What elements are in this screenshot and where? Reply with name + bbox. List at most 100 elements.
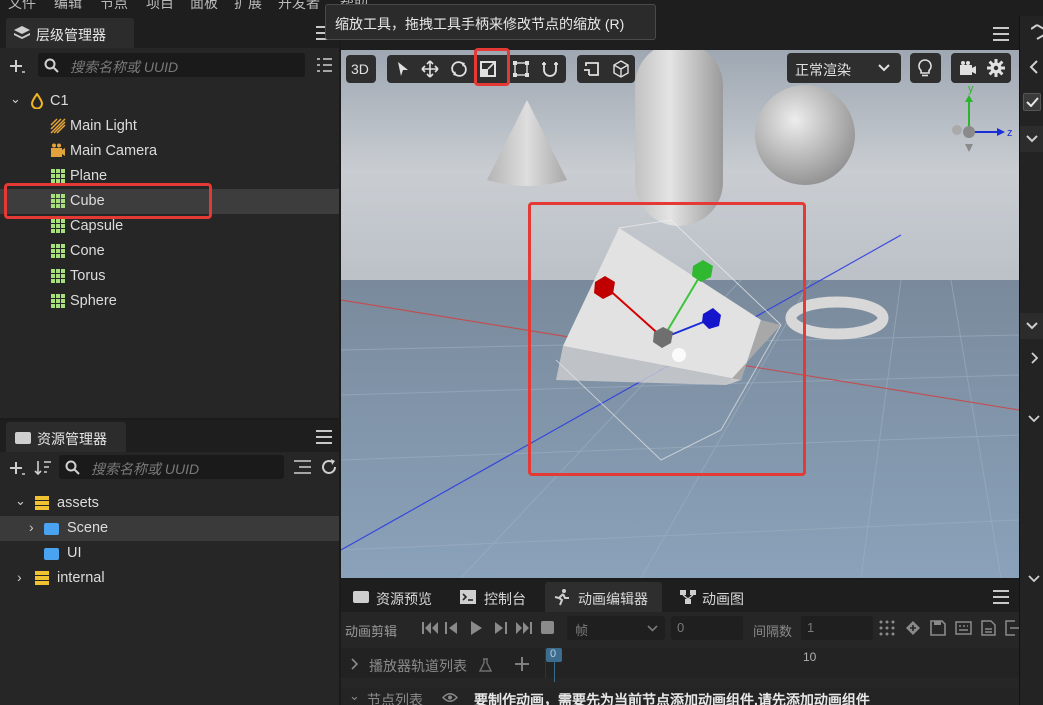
search-icon <box>65 460 80 475</box>
menu-node[interactable]: 节点 <box>100 0 128 13</box>
sort-list-icon[interactable] <box>315 56 333 74</box>
tree-row[interactable]: Main Camera <box>0 139 339 164</box>
asset-row-selected[interactable]: › Scene <box>0 516 339 541</box>
add-keyframe-icon[interactable] <box>905 620 921 636</box>
asset-label: internal <box>57 570 105 586</box>
chevron-left-icon[interactable] <box>1029 60 1038 74</box>
menu-developer[interactable]: 开发者 <box>278 0 320 13</box>
chevron-down-icon[interactable] <box>1028 575 1040 583</box>
tree-item-label: Cone <box>70 243 105 259</box>
gear-icon[interactable] <box>987 59 1005 77</box>
tab-animation-graph[interactable]: 动画图 <box>671 582 761 612</box>
jump-last-icon[interactable] <box>515 620 533 636</box>
light-toggle-button[interactable] <box>910 53 941 83</box>
interval-input[interactable]: 1 <box>801 616 873 640</box>
mode-3d-button[interactable]: 3D <box>346 55 376 83</box>
tab-asset-preview[interactable]: 资源预览 <box>345 582 445 612</box>
dots-grid-icon[interactable] <box>879 620 895 636</box>
stop-icon[interactable] <box>541 621 554 634</box>
chevron-down-icon[interactable] <box>1028 415 1040 423</box>
interval-value: 1 <box>807 620 815 635</box>
frame-input[interactable]: 0 <box>671 616 743 640</box>
hierarchy-title: 层级管理器 <box>36 27 106 43</box>
tree-row[interactable]: Main Light <box>0 114 339 139</box>
list-icon[interactable] <box>293 458 312 476</box>
timeline-ruler[interactable] <box>545 648 1019 678</box>
tab-label: 动画图 <box>702 591 744 607</box>
tab-console[interactable]: 控制台 <box>453 582 539 612</box>
running-figure-icon <box>554 589 569 606</box>
keyboard-icon[interactable] <box>955 620 972 636</box>
hierarchy-tab[interactable]: 层级管理器 <box>6 18 134 48</box>
sort-icon[interactable] <box>34 459 52 477</box>
console-icon <box>460 590 476 604</box>
refresh-icon[interactable] <box>320 458 338 476</box>
asset-row[interactable]: ⌄ assets <box>0 491 339 516</box>
tree-row[interactable]: Capsule <box>0 214 339 239</box>
scene-panel: y z 3D 正常渲染 <box>341 16 1019 578</box>
hierarchy-search-input[interactable]: 搜索名称或 UUID <box>38 53 305 77</box>
assets-menu-icon[interactable] <box>316 430 332 444</box>
chevron-down-icon[interactable]: ⌄ <box>15 493 26 509</box>
tree-row-root[interactable]: ⌄ C1 <box>0 89 339 114</box>
scene-menu-icon[interactable] <box>993 27 1009 41</box>
tree-row[interactable]: Cone <box>0 239 339 264</box>
playhead-marker[interactable]: 0 <box>546 648 562 662</box>
render-mode-select[interactable]: 正常渲染 <box>787 53 901 83</box>
mesh-icon <box>51 269 65 283</box>
animation-menu-icon[interactable] <box>993 590 1009 604</box>
add-asset-icon[interactable] <box>8 460 26 478</box>
hierarchy-panel: 层级管理器 搜索名称或 UUID ⌄ C1 Main Light Main Ca… <box>0 16 339 418</box>
section-header[interactable] <box>1020 126 1043 152</box>
asset-row[interactable]: › internal <box>0 566 339 591</box>
menu-file[interactable]: 文件 <box>8 0 36 13</box>
chevron-right-icon[interactable]: › <box>29 519 34 535</box>
add-node-icon[interactable] <box>8 58 26 76</box>
chevron-down-icon[interactable]: ⌄ <box>10 91 21 107</box>
select-tool-icon[interactable] <box>395 61 411 77</box>
chevron-right-icon[interactable] <box>1031 352 1039 364</box>
tree-item-label: Sphere <box>70 293 117 309</box>
move-tool-icon[interactable] <box>421 60 439 78</box>
eye-icon[interactable] <box>442 692 458 703</box>
menu-project[interactable]: 项目 <box>146 0 174 13</box>
tree-item-label: Capsule <box>70 218 124 234</box>
tab-animation-editor[interactable]: 动画编辑器 <box>545 582 662 612</box>
add-track-icon[interactable] <box>514 656 530 672</box>
camera-icon[interactable] <box>959 60 977 76</box>
document-icon[interactable] <box>981 620 996 636</box>
menu-edit[interactable]: 编辑 <box>54 0 82 13</box>
assets-search-input[interactable]: 搜索名称或 UUID <box>59 455 284 479</box>
play-icon[interactable] <box>469 620 483 636</box>
asset-label: assets <box>57 495 99 511</box>
pivot-icon[interactable] <box>612 60 630 78</box>
preview-icon <box>353 591 369 603</box>
unit-select[interactable]: 帧 <box>567 616 665 640</box>
inspector-tab-icon[interactable] <box>1031 24 1043 40</box>
local-global-icon[interactable] <box>583 60 601 78</box>
rotate-tool-icon[interactable] <box>450 60 468 78</box>
asset-row[interactable]: UI <box>0 541 339 566</box>
chevron-right-icon[interactable]: › <box>17 569 22 585</box>
tree-root-label: C1 <box>50 93 69 109</box>
next-frame-icon[interactable] <box>492 620 508 636</box>
snap-tool-icon[interactable] <box>541 60 559 78</box>
tree-row[interactable]: Sphere <box>0 289 339 314</box>
exit-icon[interactable] <box>1005 620 1019 636</box>
chevron-down-icon[interactable]: ⌄ <box>349 688 360 704</box>
menu-extension[interactable]: 扩展 <box>234 0 262 13</box>
assets-header: 资源管理器 <box>0 420 339 452</box>
save-icon[interactable] <box>930 620 946 636</box>
assets-tab[interactable]: 资源管理器 <box>6 422 126 452</box>
assets-title: 资源管理器 <box>37 431 107 447</box>
rect-tool-icon[interactable] <box>512 60 530 78</box>
section-header[interactable] <box>1020 313 1043 339</box>
enable-checkbox[interactable] <box>1023 93 1041 111</box>
mesh-icon <box>51 219 65 233</box>
menu-panel[interactable]: 面板 <box>190 0 218 13</box>
prev-frame-icon[interactable] <box>444 620 460 636</box>
chevron-right-icon[interactable] <box>351 658 359 670</box>
tree-row[interactable]: Torus <box>0 264 339 289</box>
interval-label: 间隔数 <box>753 624 793 639</box>
jump-first-icon[interactable] <box>421 620 439 636</box>
